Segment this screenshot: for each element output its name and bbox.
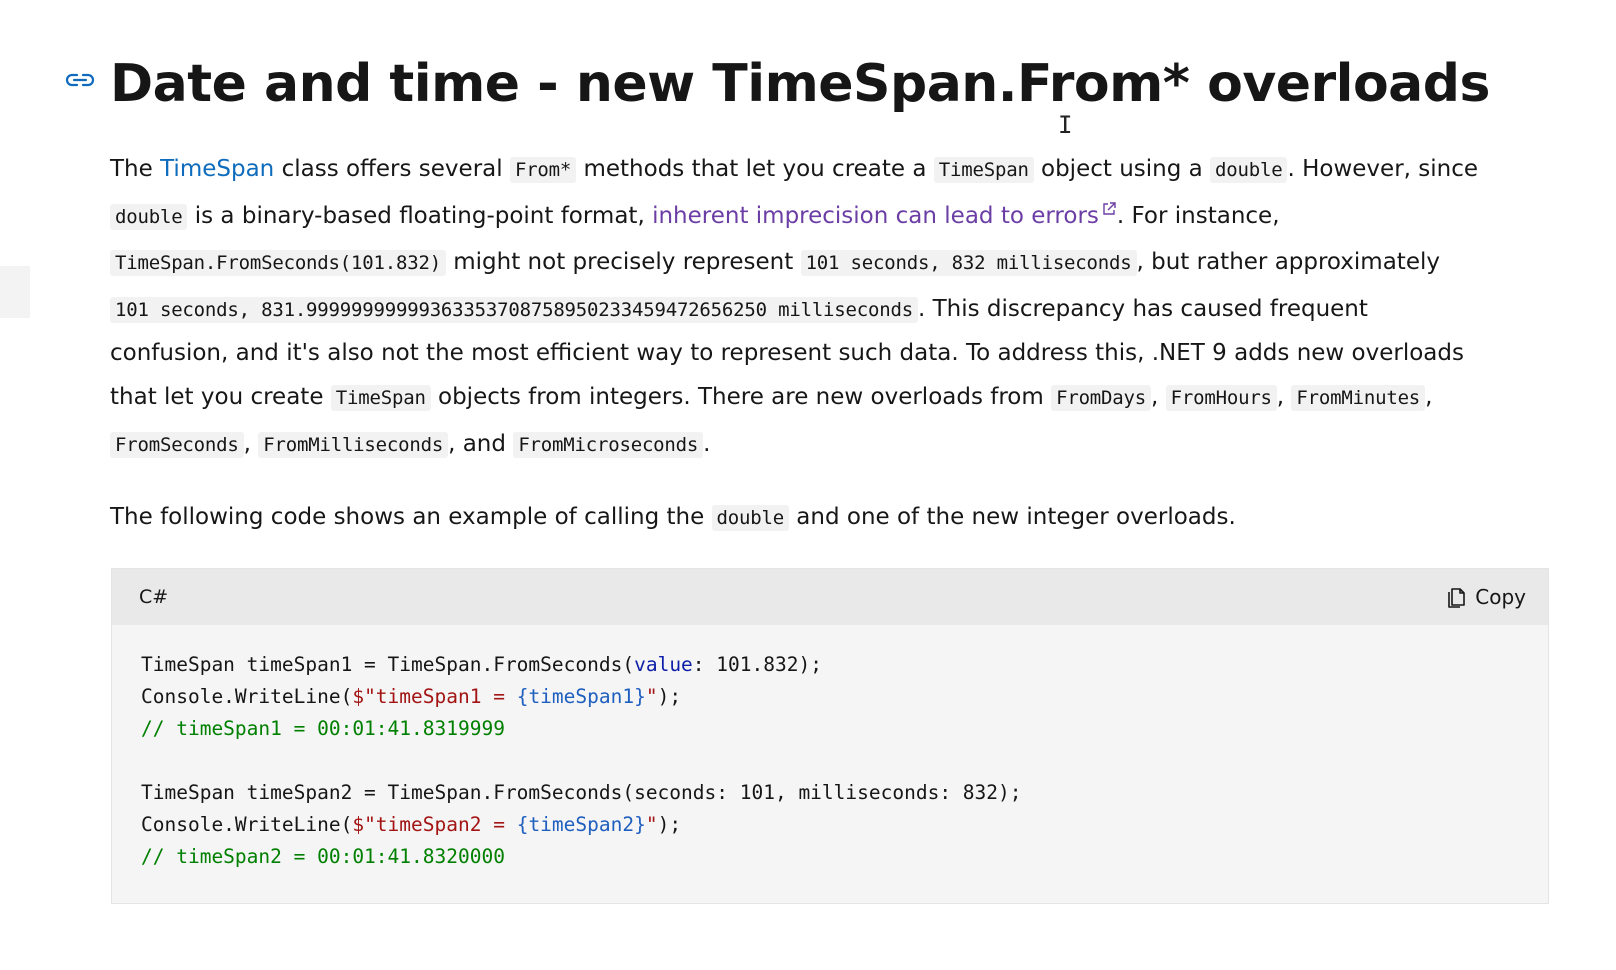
page-title: Date and time - new TimeSpan.From* overl… — [110, 54, 1490, 114]
paragraph-line: confusion, and it's also not the most ef… — [110, 340, 1464, 366]
code-line: Console.WriteLine($"timeSpan2 = {timeSpa… — [141, 813, 682, 836]
inline-code: FromMilliseconds — [258, 431, 449, 458]
inline-code: TimeSpan — [933, 157, 1034, 183]
inline-code: 101 seconds, 831.99999999999363353708758… — [110, 296, 918, 323]
inline-code: double — [110, 203, 188, 230]
text-cursor-icon: I — [1058, 111, 1073, 139]
code-line: Console.WriteLine($"timeSpan1 = {timeSpa… — [141, 685, 682, 708]
side-edge-tab — [0, 266, 30, 318]
imprecision-errors-link[interactable]: inherent imprecision can lead to errors — [652, 201, 1117, 229]
copy-icon — [1448, 588, 1466, 608]
copy-label: Copy — [1475, 585, 1526, 609]
code-line: TimeSpan timeSpan2 = TimeSpan.FromSecond… — [141, 781, 1022, 804]
intro-paragraph: The TimeSpan class offers several From* … — [110, 146, 1550, 467]
code-content[interactable]: TimeSpan timeSpan1 = TimeSpan.FromSecond… — [141, 649, 1022, 873]
inline-code: FromSeconds — [110, 431, 244, 458]
inline-code: From* — [509, 157, 577, 183]
paragraph-line: TimeSpan.FromSeconds(101.832) might not … — [110, 239, 1550, 286]
example-intro-paragraph: The following code shows an example of c… — [110, 496, 1550, 538]
link-icon[interactable] — [64, 66, 96, 92]
paragraph-line: double is a binary-based floating-point … — [110, 193, 1550, 240]
copy-button[interactable]: Copy — [1445, 581, 1526, 613]
inline-code: 101 seconds, 832 milliseconds — [800, 250, 1137, 276]
paragraph-line: 101 seconds, 831.99999999999363353708758… — [110, 286, 1550, 333]
paragraph-line: The TimeSpan class offers several From* … — [110, 156, 1479, 183]
inline-code: double — [711, 505, 789, 531]
paragraph-line: that let you create TimeSpan objects fro… — [110, 384, 1433, 411]
inline-code: FromMicroseconds — [513, 431, 704, 458]
inline-code: FromMinutes — [1291, 385, 1426, 411]
code-header: C# Copy — [112, 569, 1548, 625]
inline-code: FromDays — [1051, 385, 1152, 411]
inline-code: TimeSpan.FromSeconds(101.832) — [110, 250, 446, 276]
timespan-link[interactable]: TimeSpan — [160, 156, 274, 182]
code-comment: // timeSpan1 = 00:01:41.8319999 — [141, 717, 505, 740]
inline-code: TimeSpan — [330, 385, 431, 411]
paragraph-line: FromSeconds, FromMilliseconds, and FromM… — [110, 421, 1550, 468]
inline-code: FromHours — [1165, 385, 1277, 411]
paragraph-line: The following code shows an example of c… — [110, 504, 1236, 531]
code-language-label: C# — [139, 586, 169, 608]
code-line: TimeSpan timeSpan1 = TimeSpan.FromSecond… — [141, 653, 822, 676]
code-block: C# Copy TimeSpan timeSpan1 = TimeSpan.Fr… — [111, 568, 1549, 904]
inline-code: double — [1210, 157, 1288, 183]
code-comment: // timeSpan2 = 00:01:41.8320000 — [141, 845, 505, 868]
external-link-icon — [1103, 201, 1116, 215]
